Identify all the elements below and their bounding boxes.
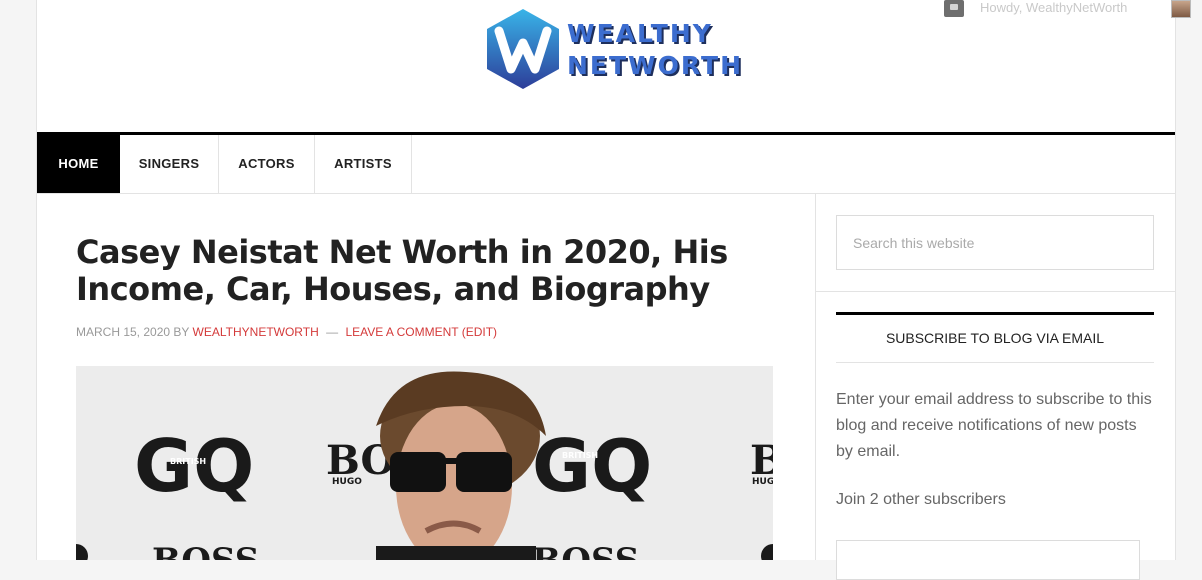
nav-item-singers[interactable]: SINGERS bbox=[120, 135, 219, 193]
boss-logo-bottom-left: BOSS bbox=[152, 541, 259, 560]
site-logo[interactable]: WEALTHY NETWORTH bbox=[483, 5, 743, 93]
leave-comment-link[interactable]: LEAVE A COMMENT bbox=[345, 325, 458, 339]
subscribe-description: Enter your email address to subscribe to… bbox=[836, 391, 1152, 460]
site-container: WEALTHY NETWORTH HOME SINGERS ACTORS ART… bbox=[36, 0, 1176, 580]
gq-logo-left: GQ bbox=[134, 424, 254, 508]
featured-photo: GQ BRITISH BOSS HUGO GQ BRITISH BOSS HUG… bbox=[76, 366, 773, 560]
logo-text-line1: WEALTHY bbox=[567, 19, 713, 48]
search-input[interactable] bbox=[836, 215, 1154, 270]
british-label-right: BRITISH bbox=[562, 451, 598, 460]
nav-item-artists[interactable]: ARTISTS bbox=[315, 135, 412, 193]
post-title[interactable]: Casey Neistat Net Worth in 2020, His Inc… bbox=[76, 234, 756, 308]
hugo-label-left: HUGO bbox=[332, 477, 362, 487]
logo-mark-icon bbox=[487, 9, 559, 89]
avatar[interactable] bbox=[1171, 0, 1191, 18]
comments-icon[interactable] bbox=[944, 0, 964, 17]
hugo-label-right: HUGO bbox=[752, 477, 773, 487]
main-content: Casey Neistat Net Worth in 2020, His Inc… bbox=[37, 194, 816, 560]
boss-logo-bottom-right: BOSS bbox=[532, 541, 639, 560]
post-meta: MARCH 15, 2020 BY WEALTHYNETWORTH — LEAV… bbox=[76, 325, 497, 339]
logo-text-line2: NETWORTH bbox=[567, 51, 743, 80]
email-field[interactable] bbox=[836, 540, 1140, 580]
post-author-link[interactable]: WEALTHYNETWORTH bbox=[193, 325, 319, 339]
subscriber-count: Join 2 other subscribers bbox=[836, 491, 1006, 508]
howdy-text[interactable]: Howdy, WealthyNetWorth bbox=[980, 0, 1127, 15]
primary-nav: HOME SINGERS ACTORS ARTISTS bbox=[37, 132, 1175, 194]
post-date: MARCH 15, 2020 bbox=[76, 325, 171, 339]
featured-image[interactable]: GQ BRITISH BOSS HUGO GQ BRITISH BOSS HUG… bbox=[76, 366, 773, 560]
british-label-left: BRITISH bbox=[170, 457, 206, 466]
meta-separator: — bbox=[326, 325, 339, 339]
subscribe-widget-title: SUBSCRIBE TO BLOG VIA EMAIL bbox=[836, 312, 1154, 363]
nav-item-actors[interactable]: ACTORS bbox=[219, 135, 315, 193]
sidebar: SUBSCRIBE TO BLOG VIA EMAIL Enter your e… bbox=[816, 194, 1175, 580]
admin-bar: Howdy, WealthyNetWorth bbox=[944, 0, 1202, 18]
post-by: BY bbox=[173, 325, 190, 339]
nav-item-home[interactable]: HOME bbox=[37, 135, 120, 193]
site-header: WEALTHY NETWORTH bbox=[37, 0, 1175, 133]
search-widget bbox=[816, 194, 1175, 292]
gq-logo-right: GQ bbox=[532, 424, 652, 508]
edit-link[interactable]: (EDIT) bbox=[462, 325, 497, 339]
